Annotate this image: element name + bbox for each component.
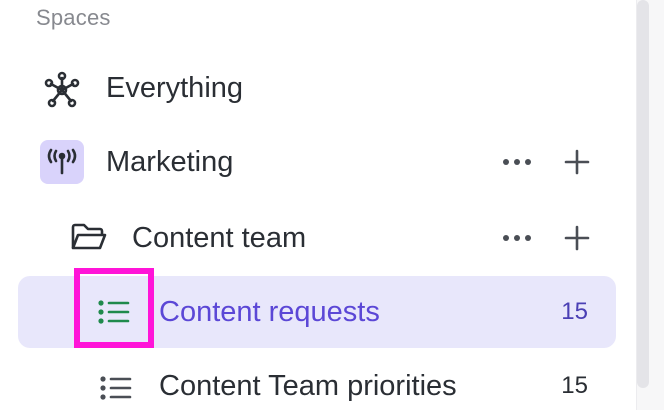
more-options-icon[interactable] [500,221,534,255]
hub-icon [42,70,82,110]
sidebar: Spaces Everything Marketing Content team… [0,0,636,410]
scrollbar-thumb[interactable] [637,0,649,388]
list-icon [100,374,132,402]
row-actions [500,202,594,274]
task-count: 15 [561,372,588,399]
sidebar-item-label: Content team [132,221,307,254]
sidebar-item-label: Content requests [159,295,380,328]
folder-icon [70,220,108,256]
sidebar-item-content-team[interactable]: Content team [18,202,616,274]
section-title-spaces: Spaces [36,5,111,30]
sidebar-item-label: Marketing [106,145,234,178]
highlight-box [74,268,154,348]
sidebar-item-label: Everything [106,71,244,104]
broadcast-icon [40,140,84,184]
sidebar-item-content-team-priorities[interactable]: Content Team priorities 15 [18,350,616,410]
sidebar-item-marketing[interactable]: Marketing [18,126,616,198]
row-actions [500,126,594,198]
sidebar-item-everything[interactable]: Everything [18,52,616,124]
add-icon[interactable] [560,145,594,179]
task-count: 15 [561,298,588,325]
sidebar-item-label: Content Team priorities [159,369,457,402]
more-options-icon[interactable] [500,145,534,179]
add-icon[interactable] [560,221,594,255]
